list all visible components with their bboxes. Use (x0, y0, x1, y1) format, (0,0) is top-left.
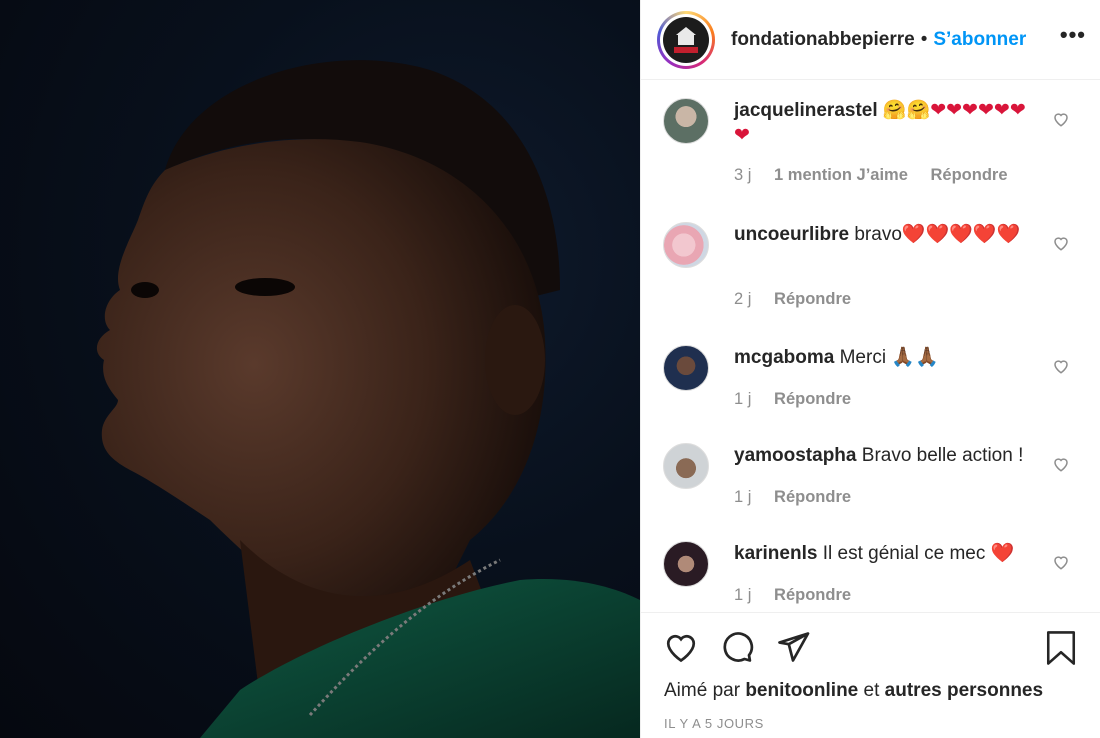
comment-time: 1 j (734, 586, 752, 604)
comment-message: Bravo belle action ! (861, 445, 1024, 466)
commenter-avatar[interactable] (663, 98, 709, 144)
liked-by-others[interactable]: autres personnes (885, 680, 1043, 701)
like-heart-icon[interactable] (663, 629, 699, 665)
comment-message: Il est génial ce mec ❤️ (822, 543, 1015, 564)
post-timestamp[interactable]: IL Y A 5 JOURS (664, 716, 764, 731)
reply-button[interactable]: Répondre (774, 586, 851, 604)
comment-time: 2 j (734, 290, 752, 308)
comment-text: jacquelinerastel 🤗🤗❤❤❤❤❤❤❤ (734, 98, 1036, 148)
reply-button[interactable]: Répondre (931, 166, 1008, 184)
reply-button[interactable]: Répondre (774, 290, 851, 308)
commenter-avatar[interactable] (663, 443, 709, 489)
comments-list: jacquelinerastel 🤗🤗❤❤❤❤❤❤❤ 3 j 1 mention… (641, 80, 1100, 612)
comment-meta: 3 j 1 mention J’aime Répondre (734, 166, 1026, 185)
portrait-illustration (96, 60, 640, 738)
commenter-username[interactable]: karinenls (734, 543, 817, 564)
comment-text: karinenls Il est génial ce mec ❤️ (734, 541, 1036, 566)
comment-meta: 1 j Répondre (734, 488, 869, 507)
comment-meta: 1 j Répondre (734, 586, 869, 605)
heart-outline-icon[interactable] (1052, 455, 1070, 473)
heart-outline-icon[interactable] (1052, 234, 1070, 252)
post-photo[interactable] (0, 0, 640, 738)
liked-by-summary: Aimé par benitoonline et autres personne… (664, 680, 1043, 702)
comment-likes-count[interactable]: 1 mention J’aime (774, 166, 908, 184)
comment-time: 3 j (734, 166, 752, 184)
comment-time: 1 j (734, 390, 752, 408)
commenter-avatar[interactable] (663, 541, 709, 587)
commenter-avatar[interactable] (663, 222, 709, 268)
comment-bubble-icon[interactable] (719, 629, 755, 665)
heart-outline-icon[interactable] (1052, 357, 1070, 375)
reply-button[interactable]: Répondre (774, 488, 851, 506)
fondation-logo-icon (663, 16, 709, 63)
more-options-icon[interactable]: ••• (1060, 22, 1086, 48)
commenter-username[interactable]: uncoeurlibre (734, 224, 849, 245)
liked-by-and: et (863, 680, 880, 701)
account-avatar[interactable] (657, 10, 715, 69)
heart-outline-icon[interactable] (1052, 110, 1070, 128)
liked-by-prefix: Aimé par (664, 680, 741, 701)
follow-button[interactable]: S’abonner (933, 29, 1026, 51)
comment-text: mcgaboma Merci 🙏🏾🙏🏾 (734, 345, 1036, 370)
comment-meta: 1 j Répondre (734, 390, 869, 409)
share-send-icon[interactable] (775, 629, 811, 665)
header-separator: • (920, 28, 928, 50)
comment-message: bravo❤️❤️❤️❤️❤️ (854, 224, 1021, 245)
comment-text: uncoeurlibre bravo❤️❤️❤️❤️❤️ (734, 222, 1036, 247)
commenter-avatar[interactable] (663, 345, 709, 391)
liked-by-user[interactable]: benitoonline (745, 680, 858, 701)
comment-text: yamoostapha Bravo belle action ! (734, 443, 1036, 468)
post-side-panel: fondationabbepierre • S’abonner ••• jacq… (640, 0, 1100, 738)
post-actions: Aimé par benitoonline et autres personne… (641, 612, 1100, 738)
post-header: fondationabbepierre • S’abonner ••• (641, 0, 1100, 80)
reply-button[interactable]: Répondre (774, 390, 851, 408)
commenter-username[interactable]: mcgaboma (734, 347, 834, 368)
save-bookmark-icon[interactable] (1044, 629, 1078, 667)
commenter-username[interactable]: jacquelinerastel (734, 100, 878, 121)
comment-meta: 2 j Répondre (734, 290, 869, 309)
comment-message: Merci 🙏🏾🙏🏾 (839, 347, 939, 368)
heart-outline-icon[interactable] (1052, 553, 1070, 571)
account-username[interactable]: fondationabbepierre (731, 29, 915, 51)
commenter-username[interactable]: yamoostapha (734, 445, 856, 466)
comment-time: 1 j (734, 488, 752, 506)
